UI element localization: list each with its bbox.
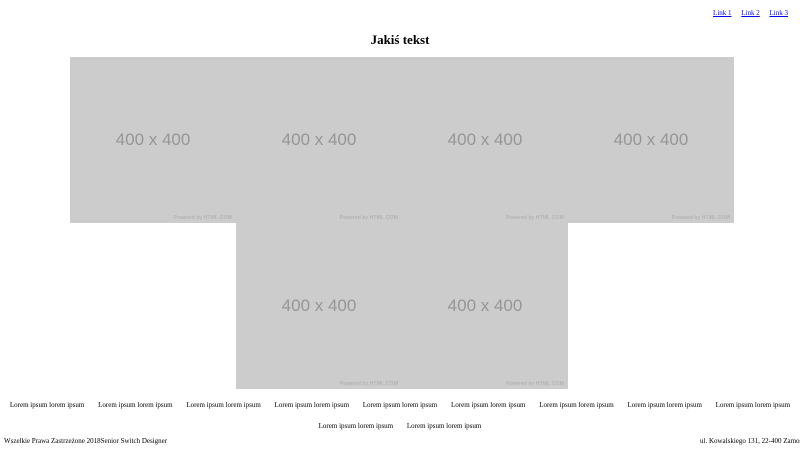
- footer-copyright: Wszelkie Prawa Zastrzeżone 2018Senior Sw…: [4, 437, 168, 445]
- text-item: Lorem ipsum lorem ipsum: [98, 401, 173, 409]
- text-item: Lorem ipsum lorem ipsum: [186, 401, 261, 409]
- image-size-label: 400 x 400: [447, 130, 523, 149]
- gallery-row-1: 400 x 400 Powered by HTML.COM 400 x 400 …: [70, 57, 734, 223]
- text-item: Lorem ipsum lorem ipsum: [274, 401, 350, 409]
- text-item: Lorem ipsum lorem ipsum: [362, 401, 438, 409]
- placeholder-image-3[interactable]: 400 x 400 Powered by HTML.COM: [402, 57, 568, 223]
- nav-link-1[interactable]: Link 1: [713, 9, 731, 17]
- image-size-label: 400 x 400: [613, 130, 689, 149]
- image-size-label: 400 x 400: [281, 296, 357, 315]
- placeholder-image-4[interactable]: 400 x 400 Powered by HTML.COM: [568, 57, 734, 223]
- text-items: Lorem ipsum lorem ipsum Lorem ipsum lore…: [0, 395, 800, 437]
- image-credit: Powered by HTML.COM: [505, 381, 564, 387]
- text-item: Lorem ipsum lorem ipsum: [406, 422, 482, 430]
- image-credit: Powered by HTML.COM: [671, 215, 730, 221]
- page: Link 1 Link 2 Link 3 Jakiś tekst 400 x 4…: [0, 0, 800, 455]
- page-title: Jakiś tekst: [370, 32, 430, 47]
- placeholder-image-5[interactable]: 400 x 400 Powered by HTML.COM: [236, 223, 402, 389]
- text-item: Lorem ipsum lorem ipsum: [539, 401, 614, 409]
- text-item: Lorem ipsum lorem ipsum: [318, 422, 394, 430]
- text-item: Lorem ipsum lorem ipsum: [9, 401, 85, 409]
- placeholder-image-2[interactable]: 400 x 400 Powered by HTML.COM: [236, 57, 402, 223]
- image-size-label: 400 x 400: [115, 130, 191, 149]
- footer-address: ul. Kowalskiego 131, 22-400 Zamość: [700, 437, 800, 445]
- top-nav: Link 1 Link 2 Link 3: [705, 9, 788, 17]
- text-item: Lorem ipsum lorem ipsum: [450, 401, 526, 409]
- nav-link-2[interactable]: Link 2: [741, 9, 759, 17]
- gallery-row-2: 400 x 400 Powered by HTML.COM 400 x 400 …: [70, 223, 734, 389]
- nav-link-3[interactable]: Link 3: [770, 9, 788, 17]
- image-credit: Powered by HTML.COM: [505, 215, 564, 221]
- image-credit: Powered by HTML.COM: [339, 215, 398, 221]
- image-credit: Powered by HTML.COM: [339, 381, 398, 387]
- placeholder-image-6[interactable]: 400 x 400 Powered by HTML.COM: [402, 223, 568, 389]
- placeholder-image-1[interactable]: 400 x 400 Powered by HTML.COM: [70, 57, 236, 223]
- text-item: Lorem ipsum lorem ipsum: [627, 401, 702, 409]
- image-size-label: 400 x 400: [447, 296, 523, 315]
- text-item: Lorem ipsum lorem ipsum: [715, 401, 791, 409]
- image-size-label: 400 x 400: [281, 130, 357, 149]
- image-gallery: 400 x 400 Powered by HTML.COM 400 x 400 …: [70, 57, 734, 389]
- image-credit: Powered by HTML.COM: [173, 215, 232, 221]
